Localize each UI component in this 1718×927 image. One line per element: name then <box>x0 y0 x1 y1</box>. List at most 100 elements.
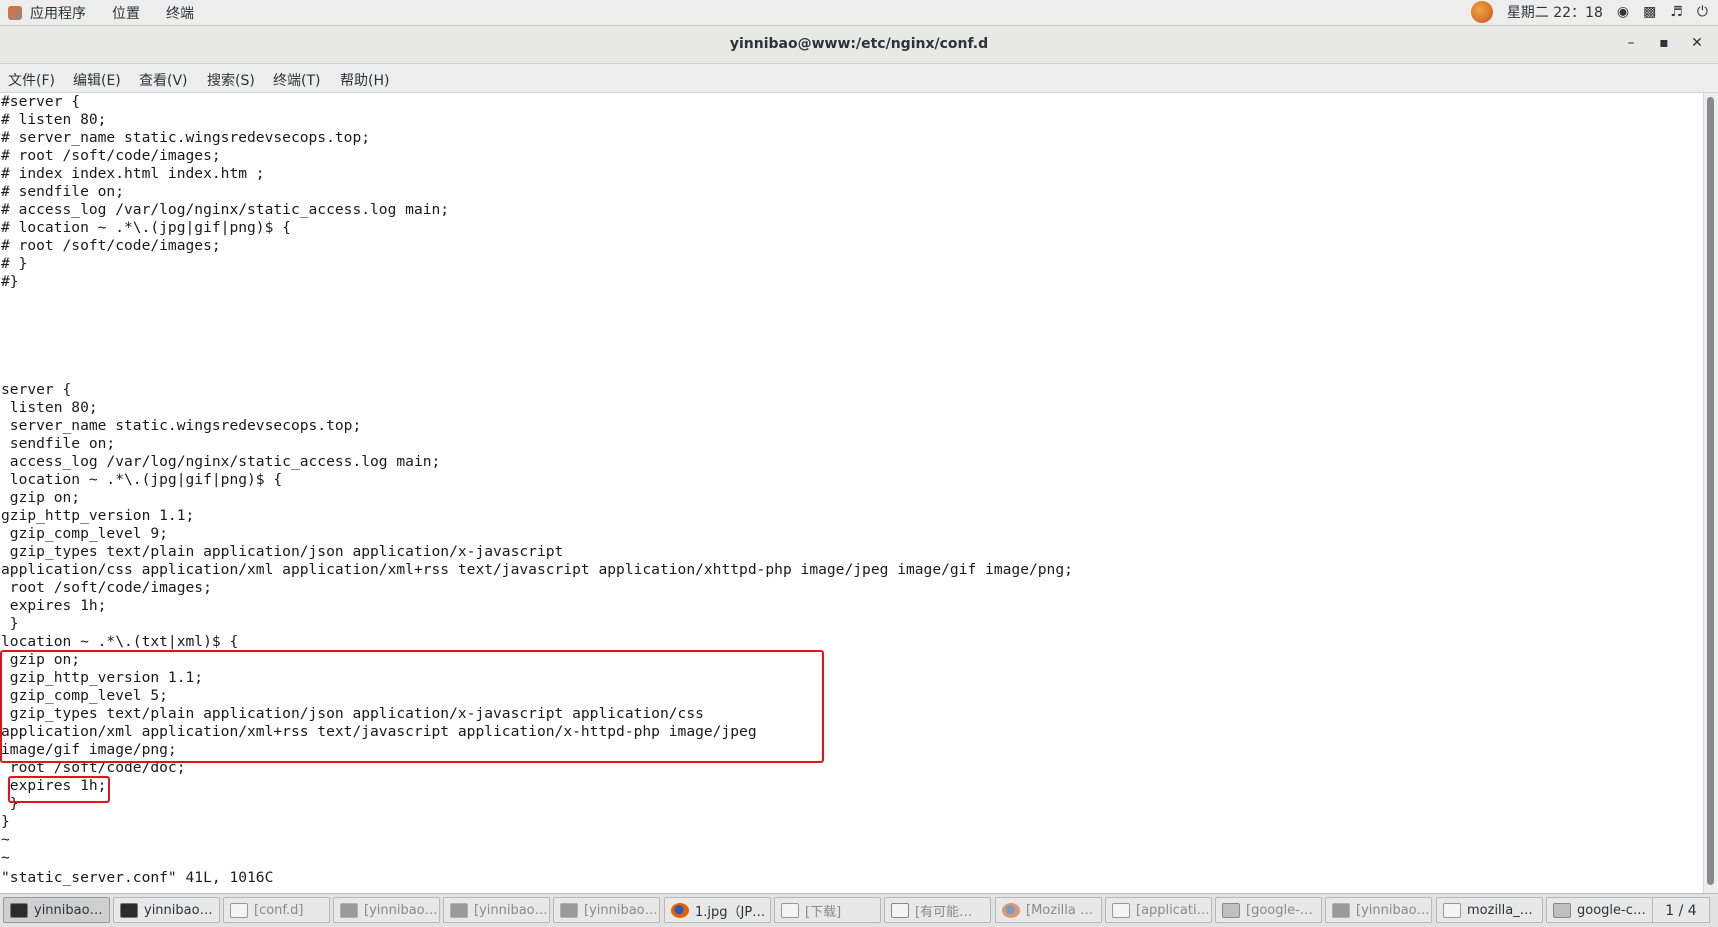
system-tray: 星期二 22：18 ◉ ▩ ♬ ⏻ <box>1470 1 1708 23</box>
taskbar-item[interactable]: [conf.d] <box>223 897 330 923</box>
terminal-icon <box>340 902 358 918</box>
power-icon[interactable]: ⏻ <box>1697 4 1708 20</box>
terminal-line: # } <box>1 255 28 272</box>
text-editor-icon <box>891 902 909 918</box>
taskbar-item-label: mozilla_… <box>1467 902 1533 918</box>
taskbar-item[interactable]: mozilla_… <box>1436 897 1543 923</box>
terminal-line: gzip on; <box>1 489 81 506</box>
terminal-view[interactable]: #server {# listen 80; # server_name stati… <box>0 93 1702 893</box>
taskbar-item[interactable]: [有可能… <box>884 897 991 923</box>
terminal-app-menu[interactable]: 终端 <box>166 3 194 23</box>
minimize-button[interactable]: – <box>1622 34 1640 52</box>
terminal-line: server_name static.wingsredevsecops.top; <box>1 417 362 434</box>
taskbar-item[interactable]: [yinnibao… <box>553 897 660 923</box>
taskbar-item[interactable]: [Mozilla … <box>995 897 1102 923</box>
terminal-line: expires 1h; <box>1 597 107 614</box>
highlight-box-expires <box>8 776 110 803</box>
terminal-line: location ~ .*\.(jpg|gif|png)$ { <box>1 471 283 488</box>
terminal-line: sendfile on; <box>1 435 116 452</box>
taskbar-item[interactable]: [applicati… <box>1105 897 1212 923</box>
terminal-line: # access_log /var/log/nginx/static_acces… <box>1 201 450 218</box>
menu-view[interactable]: 查看(V) <box>139 70 188 90</box>
terminal-scrollbar[interactable] <box>1703 93 1718 893</box>
folder-icon <box>230 902 248 918</box>
terminal-line: gzip_http_version 1.1; <box>1 507 195 524</box>
printer-icon <box>1222 902 1240 918</box>
terminal-line: } <box>1 615 19 632</box>
window-titlebar[interactable]: yinnibao@www:/etc/nginx/conf.d – ▪ ✕ <box>0 26 1718 64</box>
terminal-line: # location ~ .*\.(jpg|gif|png)$ { <box>1 219 291 236</box>
terminal-app-label: 终端 <box>166 6 194 22</box>
taskbar-item-label: google-c… <box>1577 902 1646 918</box>
terminal-line: ~ <box>1 831 10 848</box>
places-menu[interactable]: 位置 <box>112 3 140 23</box>
taskbar-item-label: [yinnibao… <box>474 902 548 918</box>
record-icon[interactable]: ◉ <box>1617 4 1629 20</box>
taskbar-item[interactable]: google-c… <box>1546 897 1653 923</box>
taskbar-item[interactable]: 1.jpg（JP… <box>664 897 771 923</box>
menu-help[interactable]: 帮助(H) <box>340 70 389 90</box>
top-bar: 应用程序 位置 终端 星期二 22：18 ◉ ▩ ♬ ⏻ <box>0 0 1718 26</box>
terminal-line: #server { <box>1 93 81 110</box>
maximize-button[interactable]: ▪ <box>1655 34 1673 52</box>
volume-icon[interactable]: ♬ <box>1670 4 1683 20</box>
taskbar-item[interactable]: yinnibao… <box>3 897 110 923</box>
printer-icon <box>1553 902 1571 918</box>
menu-bar: 文件(F) 编辑(E) 查看(V) 搜索(S) 终端(T) 帮助(H) <box>0 64 1718 93</box>
user-avatar-icon[interactable] <box>1470 1 1493 23</box>
taskbar-item[interactable]: [yinnibao… <box>333 897 440 923</box>
taskbar-item[interactable]: [google-… <box>1215 897 1322 923</box>
terminal-icon <box>1332 902 1350 918</box>
places-label: 位置 <box>112 6 140 22</box>
terminal-line: # index index.html index.htm ; <box>1 165 265 182</box>
taskbar-item-label: [google-… <box>1246 902 1313 918</box>
terminal-line: # root /soft/code/images; <box>1 147 221 164</box>
taskbar-item[interactable]: [下载] <box>774 897 881 923</box>
applications-icon <box>8 6 22 20</box>
taskbar-item-label: [yinnibao… <box>1356 902 1430 918</box>
menu-terminal[interactable]: 终端(T) <box>273 70 320 90</box>
terminal-line: # sendfile on; <box>1 183 125 200</box>
terminal-line: } <box>1 813 10 830</box>
firefox-icon <box>671 902 689 918</box>
taskbar-item-label: [yinnibao… <box>584 902 658 918</box>
workspace-pager[interactable]: 1 / 4 <box>1652 897 1710 923</box>
clock[interactable]: 星期二 22：18 <box>1507 2 1603 22</box>
menu-search[interactable]: 搜索(S) <box>207 70 255 90</box>
taskbar-item[interactable]: yinnibao… <box>113 897 220 923</box>
scrollbar-thumb[interactable] <box>1707 97 1714 885</box>
terminal-line: #} <box>1 273 19 290</box>
highlight-box-gzip <box>0 650 824 763</box>
taskbar-item-label: [有可能… <box>915 904 973 920</box>
taskbar-item-label: yinnibao… <box>144 902 213 918</box>
firefox-icon <box>1002 902 1020 918</box>
close-button[interactable]: ✕ <box>1688 34 1706 52</box>
terminal-line: # listen 80; <box>1 111 107 128</box>
network-icon[interactable]: ▩ <box>1643 4 1656 20</box>
vim-status-line: "static_server.conf" 41L, 1016C <box>1 869 274 886</box>
document-icon <box>1443 902 1461 918</box>
terminal-icon <box>560 902 578 918</box>
terminal-line: } <box>1 795 19 812</box>
document-icon <box>1112 902 1130 918</box>
taskbar-item-label: [yinnibao… <box>364 902 438 918</box>
taskbar-item-label: [Mozilla … <box>1026 902 1093 918</box>
taskbar-item-label: [conf.d] <box>254 902 304 918</box>
taskbar-item[interactable]: [yinnibao… <box>443 897 550 923</box>
taskbar-item-label: 1.jpg（JP… <box>695 904 766 920</box>
menu-file[interactable]: 文件(F) <box>8 70 55 90</box>
terminal-icon <box>10 902 28 918</box>
terminal-line: expires 1h; <box>1 777 107 794</box>
terminal-line: gzip_comp_level 9; <box>1 525 168 542</box>
taskbar-item[interactable]: [yinnibao… <box>1325 897 1432 923</box>
applications-menu[interactable]: 应用程序 <box>8 3 86 23</box>
menu-edit[interactable]: 编辑(E) <box>73 70 121 90</box>
taskbar: yinnibao… yinnibao… [conf.d] [yinnibao… [yin… <box>0 893 1718 927</box>
terminal-line: server { <box>1 381 72 398</box>
terminal-line: listen 80; <box>1 399 98 416</box>
taskbar-item-label: [applicati… <box>1136 902 1210 918</box>
